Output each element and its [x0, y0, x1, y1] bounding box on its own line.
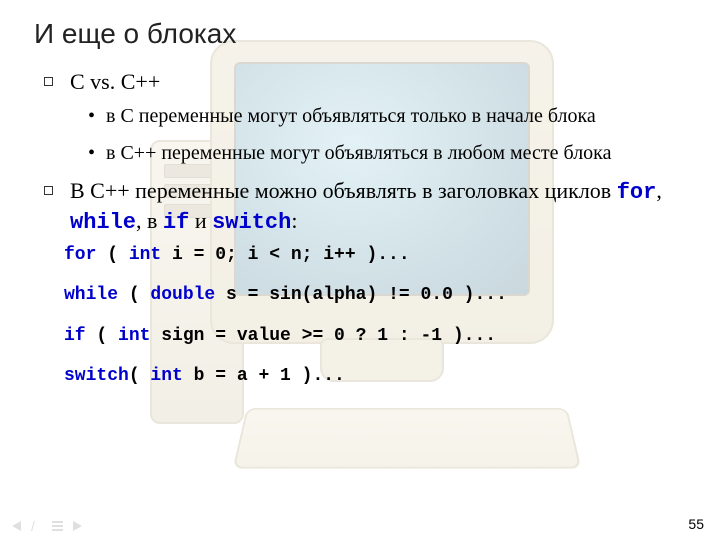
- code-text: i = 0; i < n; i++ )...: [161, 245, 409, 265]
- code-kw: switch: [64, 366, 129, 386]
- bullet-2-pre: В C++ переменные можно объявлять в загол…: [70, 178, 617, 203]
- code-kw: int: [118, 326, 150, 346]
- bullet-2: В C++ переменные можно объявлять в загол…: [40, 177, 686, 238]
- code-line-4: switch( int b = a + 1 )...: [64, 365, 686, 388]
- kw-switch: switch: [212, 210, 291, 235]
- divider-icon: /: [31, 521, 42, 532]
- kw-while: while: [70, 210, 136, 235]
- sub-bullet-2: в C++ переменные могут объявляться в люб…: [88, 140, 686, 167]
- code-line-1: for ( int i = 0; i < n; i++ )...: [64, 244, 686, 267]
- code-kw: while: [64, 285, 118, 305]
- code-text: sign = value >= 0 ? 1 : -1 )...: [150, 326, 496, 346]
- sub-bullet-list: в C переменные могут объявляться только …: [70, 103, 686, 167]
- code-kw: for: [64, 245, 96, 265]
- slide-title: И еще о блоках: [34, 18, 686, 50]
- code-text: (: [129, 366, 151, 386]
- nav-controls: /: [12, 521, 82, 532]
- bullet-list: С vs. C++ в C переменные могут объявлять…: [34, 68, 686, 238]
- code-kw: int: [150, 366, 182, 386]
- code-text: (: [118, 285, 150, 305]
- kw-for: for: [617, 180, 657, 205]
- code-text: b = a + 1 )...: [183, 366, 345, 386]
- next-icon[interactable]: [73, 521, 82, 531]
- page-number: 55: [688, 516, 704, 532]
- prev-icon[interactable]: [12, 521, 21, 531]
- slide: И еще о блоках С vs. C++ в C переменные …: [0, 0, 720, 540]
- bullet-2-sep2: , в: [136, 208, 163, 233]
- code-kw: int: [129, 245, 161, 265]
- code-kw: double: [150, 285, 215, 305]
- code-line-2: while ( double s = sin(alpha) != 0.0 )..…: [64, 284, 686, 307]
- code-text: (: [96, 245, 128, 265]
- bullet-1-text: С vs. C++: [70, 69, 160, 94]
- code-text: s = sin(alpha) != 0.0 )...: [215, 285, 507, 305]
- kw-if: if: [163, 210, 189, 235]
- bullet-1: С vs. C++ в C переменные могут объявлять…: [40, 68, 686, 167]
- bullet-2-sep3: и: [189, 208, 212, 233]
- code-line-3: if ( int sign = value >= 0 ? 1 : -1 )...: [64, 325, 686, 348]
- bullet-2-post: :: [291, 208, 297, 233]
- content: И еще о блоках С vs. C++ в C переменные …: [34, 18, 686, 388]
- bullet-2-sep1: ,: [656, 178, 662, 203]
- code-text: (: [86, 326, 118, 346]
- sub-bullet-1: в C переменные могут объявляться только …: [88, 103, 686, 130]
- code-kw: if: [64, 326, 86, 346]
- menu-icon[interactable]: [52, 521, 63, 531]
